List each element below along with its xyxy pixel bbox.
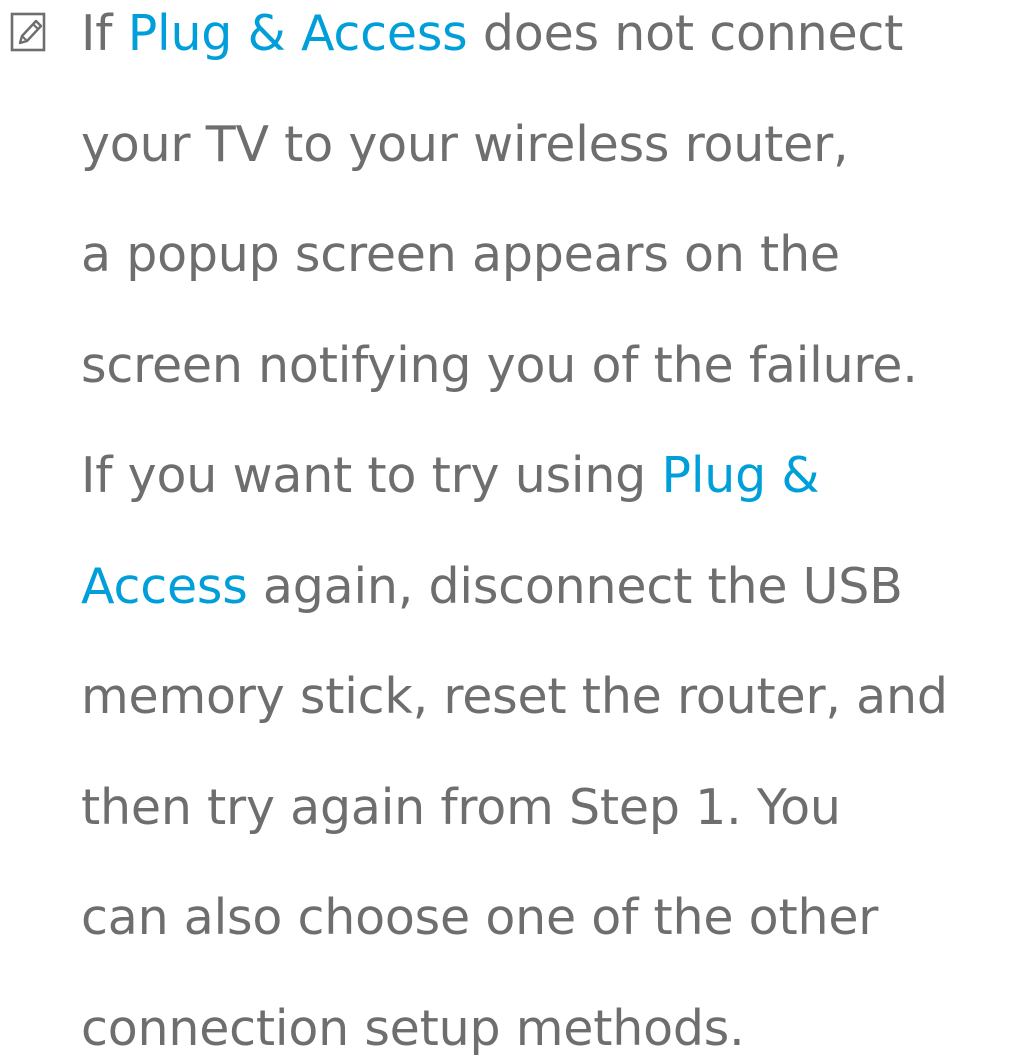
note-line: connection setup methods. bbox=[81, 999, 745, 1059]
note-text-segment: does not connect bbox=[467, 5, 904, 62]
note-text-segment: connection setup methods. bbox=[81, 999, 745, 1057]
note-line: Access again, disconnect the USB bbox=[81, 557, 903, 617]
note-text-segment: a popup screen appears on the bbox=[81, 226, 840, 283]
note-text-segment: your TV to your wireless router, bbox=[81, 115, 849, 173]
note-line: can also choose one of the other bbox=[81, 888, 878, 948]
note-line: If Plug & Access does not connect bbox=[81, 4, 903, 64]
note-block: If Plug & Access does not connect your TV… bbox=[0, 0, 1033, 1059]
note-text-segment: If you want to try using bbox=[81, 447, 662, 504]
note-text-segment: screen notifying you of the failure. bbox=[81, 336, 918, 394]
note-line: your TV to your wireless router, bbox=[81, 115, 849, 175]
note-line: memory stick, reset the router, and bbox=[81, 667, 948, 727]
note-line: a popup screen appears on the bbox=[81, 225, 840, 285]
note-text-segment: then try again from Step 1. You bbox=[81, 778, 841, 836]
highlighted-term: Plug & Access bbox=[127, 5, 468, 62]
highlighted-term: Access bbox=[81, 557, 248, 615]
note-line: then try again from Step 1. You bbox=[81, 778, 841, 838]
highlighted-term: Plug & bbox=[661, 447, 820, 504]
note-line: If you want to try using Plug & bbox=[81, 446, 820, 506]
note-text-segment: memory stick, reset the router, and bbox=[81, 668, 948, 725]
note-text-segment: If bbox=[81, 5, 128, 62]
note-text-segment: can also choose one of the other bbox=[81, 889, 879, 946]
note-line: screen notifying you of the failure. bbox=[81, 336, 918, 396]
note-text-segment: again, disconnect the USB bbox=[247, 557, 903, 615]
note-pencil-icon bbox=[10, 12, 46, 52]
